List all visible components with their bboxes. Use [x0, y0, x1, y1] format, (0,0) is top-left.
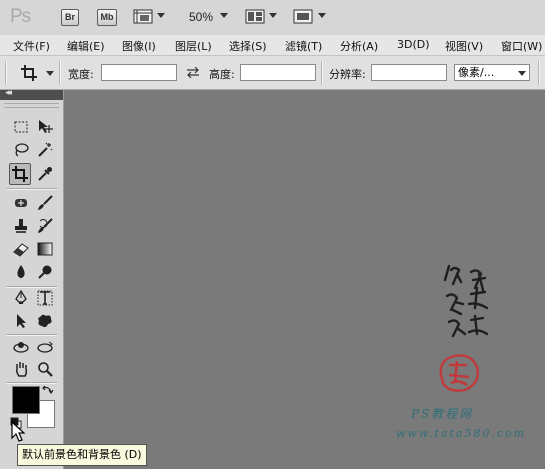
watermark-url: www.tata580.com	[396, 427, 527, 440]
crop-tool[interactable]	[9, 163, 31, 185]
menu-view[interactable]: 视图(V)	[445, 38, 483, 54]
view-extras-icon[interactable]	[133, 9, 153, 24]
menu-bar: 文件(F) 编辑(E) 图像(I) 图层(L) 选择(S) 滤镜(T) 分析(A…	[0, 35, 545, 56]
menu-file[interactable]: 文件(F)	[13, 38, 50, 54]
watermark-title: PS教程网	[411, 407, 474, 421]
menu-filter[interactable]: 滤镜(T)	[285, 38, 322, 54]
options-grip	[5, 61, 7, 85]
dodge-tool[interactable]	[34, 261, 56, 283]
zoom-tool[interactable]	[34, 358, 56, 380]
pen-tool[interactable]	[10, 287, 32, 309]
blur-tool[interactable]	[10, 261, 32, 283]
resolution-label: 分辨率:	[329, 68, 366, 81]
foreground-color-swatch[interactable]	[12, 386, 40, 414]
eraser-tool[interactable]	[10, 238, 32, 260]
width-label: 宽度:	[68, 68, 94, 81]
height-field[interactable]	[240, 64, 316, 81]
eyedropper-icon	[38, 167, 52, 181]
tool-preset-crop-icon[interactable]	[20, 64, 38, 82]
spot-healing-tool[interactable]	[10, 192, 32, 214]
tool-preset-dropdown-icon[interactable]	[46, 71, 54, 76]
tools-panel-grip[interactable]	[4, 103, 59, 108]
crop-icon	[12, 166, 28, 182]
menu-image[interactable]: 图像(I)	[122, 38, 156, 54]
options-separator	[59, 61, 61, 85]
eraser-icon	[13, 243, 29, 257]
height-label: 高度:	[209, 68, 235, 81]
menu-edit[interactable]: 编辑(E)	[67, 38, 105, 54]
tools-separator	[6, 188, 57, 190]
width-field[interactable]	[101, 64, 177, 81]
menu-3d[interactable]: 3D(D)	[397, 38, 430, 51]
dodge-icon	[38, 265, 52, 279]
3d-orbit-icon	[37, 341, 53, 353]
eyedropper-tool[interactable]	[34, 163, 56, 185]
history-brush-icon	[38, 218, 53, 233]
type-icon	[37, 290, 53, 306]
zoom-icon	[38, 362, 53, 377]
zoom-dropdown-icon[interactable]	[220, 13, 228, 18]
3d-rotate-icon	[13, 342, 29, 353]
move-icon	[39, 120, 53, 133]
collapse-panel-icon[interactable]: ◂◂	[5, 88, 12, 98]
clone-stamp-tool[interactable]	[10, 215, 32, 237]
menu-window[interactable]: 窗口(W)	[501, 38, 542, 54]
application-bar: Ps Br Mb 50%	[0, 0, 545, 36]
hand-tool[interactable]	[10, 358, 32, 380]
rectangular-marquee-icon	[14, 121, 28, 133]
3d-rotate-tool[interactable]	[10, 336, 32, 358]
launch-bridge-button[interactable]: Br	[61, 9, 79, 26]
gradient-tool[interactable]	[34, 238, 56, 260]
screen-mode-dropdown-icon[interactable]	[318, 13, 326, 18]
magic-wand-tool[interactable]	[34, 139, 56, 161]
view-extras-dropdown-icon[interactable]	[157, 13, 165, 18]
swap-colors-icon[interactable]	[41, 384, 54, 397]
gradient-icon	[37, 242, 53, 256]
swap-dimensions-icon[interactable]	[186, 67, 200, 78]
options-separator	[321, 61, 323, 85]
menu-analysis[interactable]: 分析(A)	[340, 38, 378, 54]
brush-icon	[38, 195, 53, 210]
rectangular-marquee-tool[interactable]	[10, 116, 32, 138]
brush-tool[interactable]	[34, 192, 56, 214]
tools-panel: ◂◂	[0, 88, 64, 469]
arrange-dropdown-icon[interactable]	[269, 13, 277, 18]
custom-shape-tool[interactable]	[34, 310, 56, 332]
type-tool[interactable]	[34, 287, 56, 309]
chevron-down-icon	[518, 71, 526, 76]
move-tool[interactable]	[34, 116, 56, 138]
lasso-tool[interactable]	[10, 139, 32, 161]
options-separator	[538, 61, 540, 85]
hand-icon	[16, 362, 28, 377]
resolution-field[interactable]	[371, 64, 447, 81]
screen-mode-icon[interactable]	[293, 9, 313, 24]
custom-shape-icon	[38, 314, 52, 328]
clone-stamp-icon	[15, 219, 27, 233]
menu-layer[interactable]: 图层(L)	[175, 38, 212, 54]
history-brush-tool[interactable]	[34, 215, 56, 237]
seal-stamp-icon	[439, 354, 479, 392]
zoom-level[interactable]: 50%	[189, 10, 213, 24]
lasso-icon	[15, 143, 29, 157]
tools-panel-header[interactable]: ◂◂	[0, 88, 63, 100]
options-bar: 宽度: 高度: 分辨率: 像素/...	[0, 56, 545, 90]
blur-icon	[17, 265, 25, 278]
pen-icon	[15, 290, 27, 304]
menu-select[interactable]: 选择(S)	[229, 38, 267, 54]
resolution-unit-value: 像素/...	[458, 66, 495, 79]
photoshop-logo: Ps	[10, 6, 31, 27]
path-selection-icon	[17, 314, 26, 328]
resolution-unit-select[interactable]: 像素/...	[454, 64, 530, 81]
mouse-pointer-icon	[11, 421, 25, 442]
3d-orbit-tool[interactable]	[34, 336, 56, 358]
path-selection-tool[interactable]	[10, 310, 32, 332]
calligraphy-watermark	[443, 264, 489, 338]
launch-mini-bridge-button[interactable]: Mb	[97, 9, 117, 26]
spot-healing-icon	[15, 199, 27, 207]
tooltip: 默认前景色和背景色 (D)	[17, 444, 147, 466]
magic-wand-icon	[38, 142, 53, 157]
arrange-documents-icon[interactable]	[245, 9, 265, 24]
